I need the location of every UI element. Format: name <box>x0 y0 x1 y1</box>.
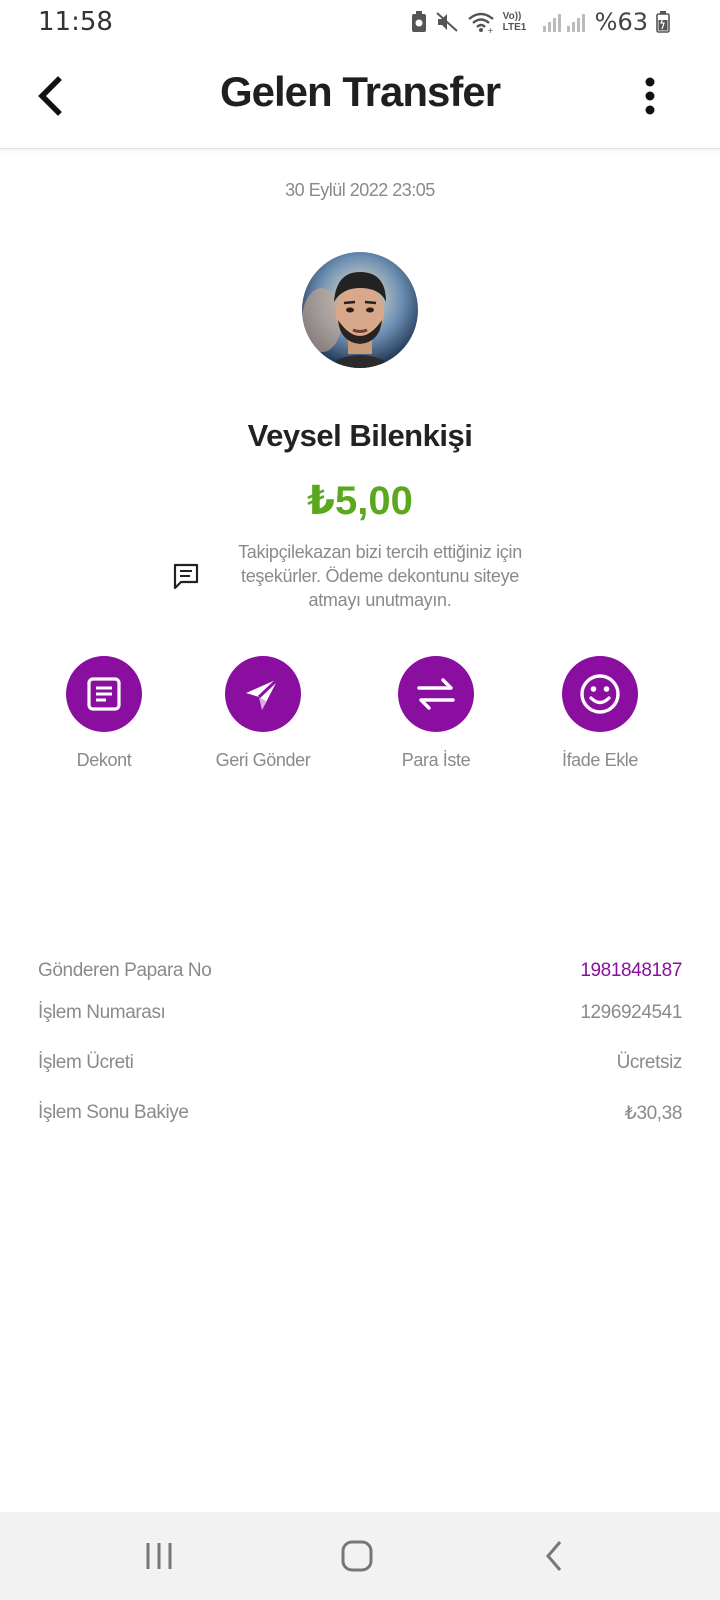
detail-row-fee: İşlem Ücreti Ücretsiz <box>38 1052 682 1102</box>
detail-row-transaction-no: İşlem Numarası 1296924541 <box>38 1002 682 1052</box>
detail-row-balance: İşlem Sonu Bakiye ₺30,38 <box>38 1102 682 1152</box>
request-money-button-circle[interactable] <box>398 656 474 732</box>
request-money-button[interactable]: Para İste <box>356 656 516 771</box>
app-header: Gelen Transfer <box>0 46 720 149</box>
detail-label: İşlem Ücreti <box>38 1052 134 1073</box>
svg-text:+: + <box>487 26 494 33</box>
detail-value: 1296924541 <box>580 1002 682 1023</box>
home-icon <box>341 1540 373 1572</box>
add-reaction-label: İfade Ekle <box>561 750 639 770</box>
battery-saver-icon <box>411 11 427 33</box>
system-nav-bar <box>0 1512 720 1600</box>
transfer-amount: ₺5,00 <box>307 479 413 523</box>
request-money-label: Para İste <box>401 750 471 770</box>
more-menu-button[interactable] <box>642 76 658 118</box>
smiley-icon <box>580 674 620 714</box>
receipt-button[interactable]: Dekont <box>24 656 184 771</box>
status-time: 11:58 <box>38 7 113 37</box>
battery-percent: %63 <box>594 8 648 36</box>
more-vertical-icon <box>645 77 655 115</box>
add-reaction-button[interactable]: İfade Ekle <box>520 656 680 771</box>
transfer-date: 30 Eylül 2022 23:05 <box>285 180 435 200</box>
home-button[interactable] <box>336 1536 380 1576</box>
recent-apps-icon <box>146 1543 172 1569</box>
detail-label: Gönderen Papara No <box>38 960 212 981</box>
send-back-button[interactable]: Geri Gönder <box>183 656 343 771</box>
message-icon <box>172 562 200 590</box>
recent-apps-button[interactable] <box>140 1536 184 1576</box>
receipt-button-circle[interactable] <box>66 656 142 732</box>
page-title: Gelen Transfer <box>219 68 501 115</box>
transfer-details: Gönderen Papara No 1981848187 İşlem Numa… <box>38 960 682 1152</box>
detail-value: Ücretsiz <box>616 1052 683 1073</box>
battery-icon <box>656 11 670 33</box>
receipt-icon <box>87 677 121 711</box>
system-back-button[interactable] <box>536 1536 580 1576</box>
send-icon <box>246 677 280 710</box>
swap-arrows-icon <box>417 678 455 710</box>
detail-value: ₺30,38 <box>624 1103 683 1124</box>
action-buttons: Dekont Geri Gönder Para İste İfade Ekle <box>0 656 720 776</box>
sender-name: Veysel Bilenkişi <box>247 418 473 453</box>
send-back-button-circle[interactable] <box>225 656 301 732</box>
send-back-label: Geri Gönder <box>215 750 311 770</box>
lte-label: Vo)) LTE1 <box>502 11 527 33</box>
transfer-message: Takipçilekazan bizi tercih ettiğiniz içi… <box>238 542 522 610</box>
detail-label: İşlem Numarası <box>38 1002 166 1023</box>
detail-row-sender-no: Gönderen Papara No 1981848187 <box>38 960 682 1002</box>
detail-label: İşlem Sonu Bakiye <box>38 1102 189 1123</box>
wifi-icon: + <box>467 11 495 33</box>
signal-icon <box>541 11 587 33</box>
avatar <box>300 250 420 370</box>
back-arrow-icon <box>546 1541 562 1571</box>
status-bar: 11:58 + Vo)) LTE1 %63 <box>0 0 720 46</box>
mute-icon <box>435 11 459 33</box>
sender-papara-no[interactable]: 1981848187 <box>580 960 682 982</box>
add-reaction-button-circle[interactable] <box>562 656 638 732</box>
receipt-label: Dekont <box>76 750 132 770</box>
status-icons: + Vo)) LTE1 %63 <box>411 8 670 36</box>
